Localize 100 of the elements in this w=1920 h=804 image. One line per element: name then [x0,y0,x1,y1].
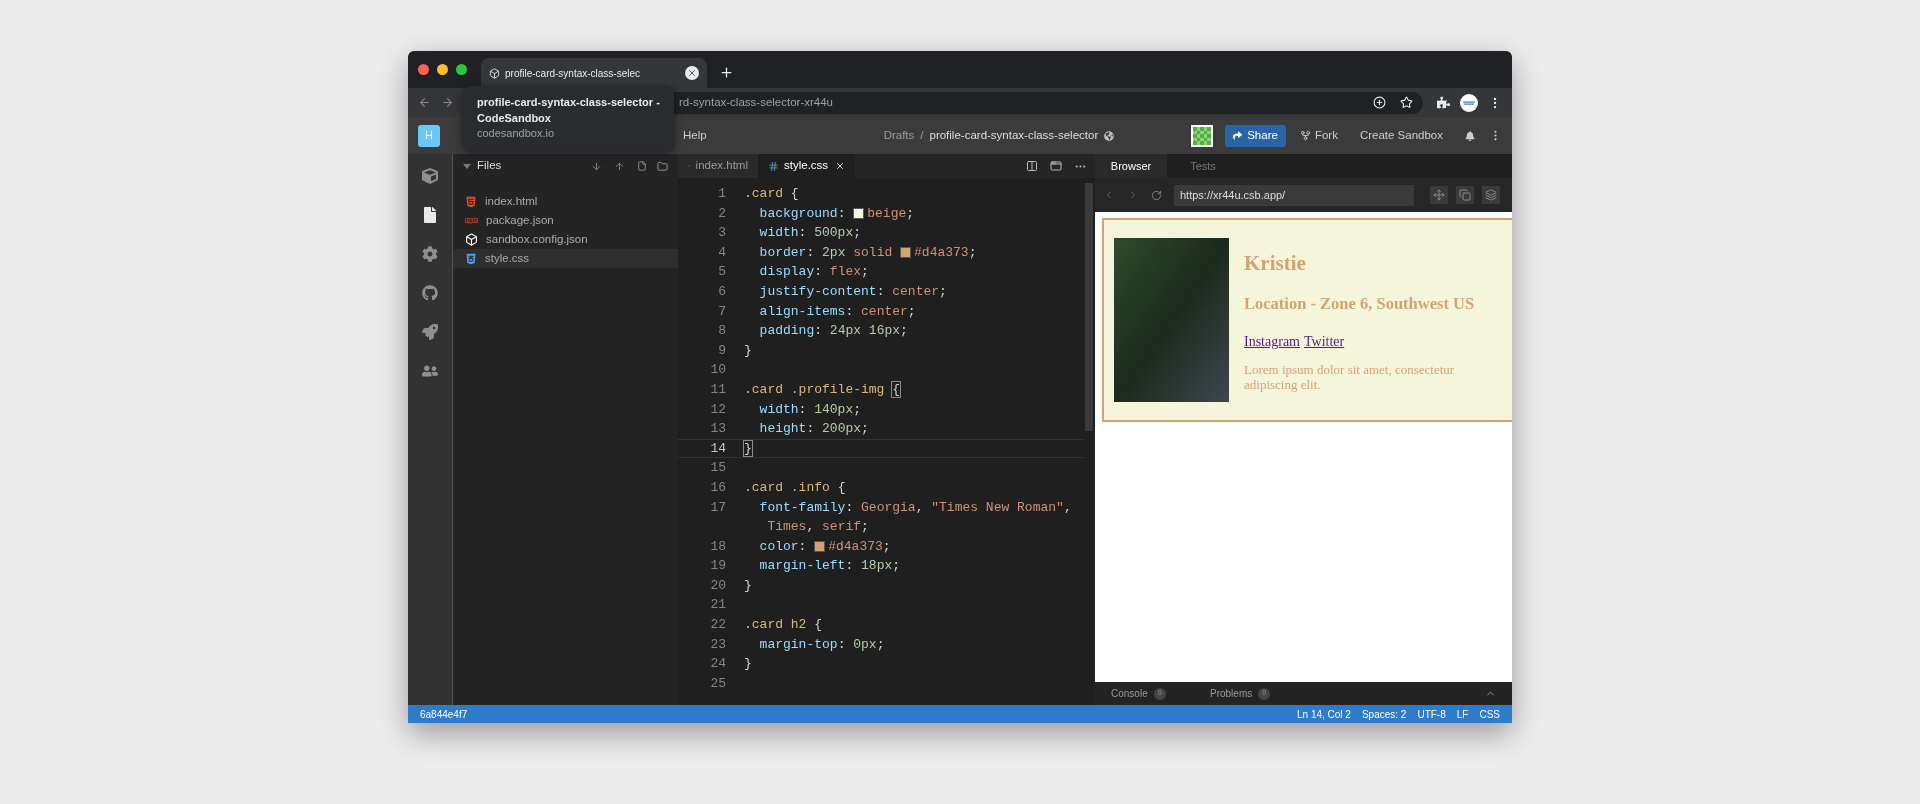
preview-icon[interactable] [1050,160,1062,172]
code-text: display: flex; [758,263,869,282]
star-icon[interactable] [1400,96,1413,109]
code-text: color: [758,537,808,556]
line-number: 9 [718,341,726,360]
status-item: Ln 14, Col 2 [1297,707,1351,722]
line-number: 23 [710,635,726,654]
url-field[interactable]: https://xr44u.csb.app/ [1174,184,1414,206]
preview-tab[interactable]: Tests [1167,154,1239,178]
close-icon[interactable] [685,66,699,80]
code-text: } [744,439,752,458]
line-number: 17 [710,498,726,517]
code-text: } [744,655,752,674]
file-item[interactable]: style.css [453,249,678,268]
code-text: justify-content: center; [758,282,947,301]
move-icon[interactable] [1430,186,1448,204]
new-file-icon[interactable] [637,161,647,171]
editor-tab[interactable]: index.html [678,154,758,178]
line-number: 19 [710,557,726,576]
code-text: #d4a373; [914,243,977,262]
file-item[interactable]: package.json [453,211,678,230]
back-icon[interactable] [418,96,431,109]
line-number: 4 [718,243,726,262]
code-text: margin-top: 0px; [758,635,885,654]
arrow-up-icon[interactable] [614,160,625,172]
code-text: align-items: center; [758,302,916,321]
puzzle-icon[interactable] [1437,96,1450,109]
commit-hash: 6a844e4f7 [420,707,469,722]
preview-tab[interactable]: Browser [1095,154,1167,178]
code-text: background: [758,204,847,223]
file-icon[interactable] [422,207,438,223]
fork-button[interactable]: Fork [1299,126,1338,145]
reload-icon[interactable] [1151,189,1162,201]
line-number: 22 [710,616,726,635]
profile-link[interactable]: Instagram [1244,330,1300,352]
split-view-icon[interactable] [1026,160,1038,172]
add-icon[interactable] [1373,96,1386,109]
scrollbar[interactable] [1085,183,1093,431]
sandbox-name[interactable]: profile-card-syntax-class-selector [929,126,1099,145]
settings-icon[interactable] [422,246,438,262]
menu-item[interactable]: Help [683,126,707,145]
line-number: 12 [710,400,726,419]
collapse-caret-icon[interactable] [463,163,471,169]
status-item: CSS [1479,707,1500,722]
panel-tab[interactable]: Console [1111,686,1148,701]
file-item[interactable]: index.html [453,192,678,211]
line-number: 21 [710,596,726,615]
code-text: .card { [744,185,799,203]
users-icon[interactable] [422,363,438,379]
hash-icon [768,160,779,172]
code-text: beige; [867,204,915,223]
profile-location: Location - Zone 6, Southwest US [1244,292,1476,315]
file-item[interactable]: sandbox.config.json [453,230,678,249]
copy-icon[interactable] [1456,186,1474,204]
code-text: border: 2px solid [758,243,894,262]
new-folder-icon[interactable] [657,160,668,172]
forward-icon[interactable] [441,96,454,109]
avatar-icon[interactable] [1460,93,1478,112]
bell-icon[interactable] [1465,130,1475,141]
editor-tab[interactable]: style.css [758,154,855,178]
arrow-down-icon[interactable] [591,160,602,172]
profile-name: Kristie [1244,250,1307,278]
line-number: 1 [718,185,726,203]
cube-icon[interactable] [422,168,438,184]
css-icon [465,252,477,265]
panel-tab[interactable]: Problems [1210,686,1253,701]
line-number: 11 [710,380,726,399]
code-text: #d4a373; [828,537,891,556]
close-icon[interactable] [835,161,845,171]
fork-icon [1299,130,1311,141]
new-tab-icon[interactable] [719,65,734,80]
create-sandbox-button[interactable]: Create Sandbox [1359,126,1443,145]
code-text: Times, serif; [766,518,869,537]
layers-icon[interactable] [1482,186,1500,204]
code-text: height: 200px; [758,420,869,439]
profile-link[interactable]: Twitter [1304,330,1345,352]
cube-icon [465,233,478,246]
checker-avatar-icon[interactable] [1191,124,1214,147]
rocket-icon[interactable] [422,324,438,340]
browser-tab[interactable]: profile-card-syntax-class-selec [481,58,707,88]
code-text: width: 500px; [758,224,862,243]
line-number: 8 [718,322,726,341]
code-text: } [744,576,752,595]
code-text: .card h2 { [744,616,823,635]
cube-icon [489,67,500,79]
line-number: 5 [718,263,726,282]
line-number: 2 [718,204,726,223]
breadcrumb-folder[interactable]: Drafts [883,126,915,145]
status-item: Spaces: 2 [1361,707,1407,722]
code-text: font-family: Georgia, "Times New Roman", [758,498,1072,517]
github-icon[interactable] [422,285,438,301]
tooltip-host: codesandbox.io [477,126,556,141]
status-item: LF [1456,707,1469,722]
line-number: 18 [710,537,726,556]
line-number: 13 [710,420,726,439]
html-icon [465,195,477,208]
code-text: .card .info { [744,478,846,497]
globe-icon [1104,130,1115,141]
share-button[interactable]: Share [1225,124,1286,147]
line-number: 15 [710,459,726,478]
